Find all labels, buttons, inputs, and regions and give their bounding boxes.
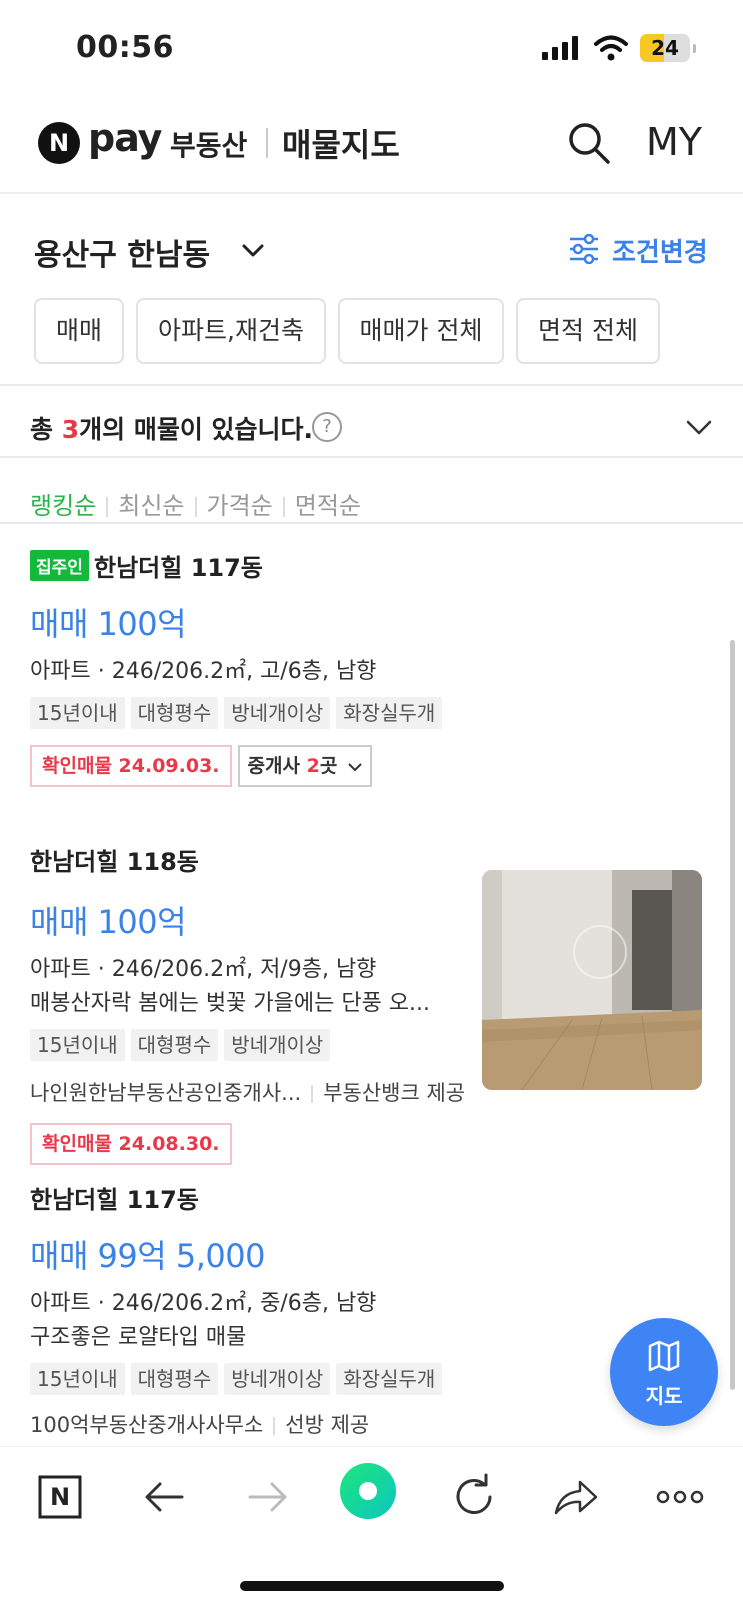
status-time: 00:56 <box>76 30 174 65</box>
green-dot-icon[interactable] <box>336 1459 400 1523</box>
home-indicator[interactable] <box>240 1581 504 1591</box>
naver-home-button[interactable]: N <box>32 1469 88 1525</box>
source-agent: 나인원한남부동산공인중개사... <box>30 1081 302 1105</box>
divider <box>0 456 743 458</box>
tag: 15년이내 <box>30 1363 125 1395</box>
my-button[interactable]: MY <box>646 120 702 164</box>
search-icon[interactable] <box>566 120 612 166</box>
source-provider: 선방 제공 <box>285 1413 370 1437</box>
listing-name: 한남더힐 117동 <box>94 554 263 582</box>
tag: 방네개이상 <box>224 1363 331 1395</box>
filter-sliders-icon <box>570 234 598 264</box>
listing-price: 매매 100억 <box>30 605 187 643</box>
map-view-label: 지도 <box>645 1384 683 1408</box>
tag: 15년이내 <box>30 1029 125 1061</box>
listing-photo[interactable] <box>482 870 702 1090</box>
listing-desc: 아파트 · 246/206.2㎡, 중/6층, 남향 <box>30 1291 377 1316</box>
verified-badge: 확인매물 24.08.30. <box>30 1123 232 1165</box>
room-photo-image <box>482 870 702 1090</box>
owner-badge: 집주인 <box>30 550 89 581</box>
chevron-down-icon[interactable] <box>686 416 712 438</box>
battery-percent: 24 <box>651 36 679 60</box>
sort-options: 랭킹순 최신순 가격순 면적순 <box>30 486 361 521</box>
source-provider: 부동산뱅크 제공 <box>323 1081 466 1105</box>
sort-price[interactable]: 가격순 <box>207 486 273 521</box>
filter-chip-property-type[interactable]: 아파트,재건축 <box>136 298 326 364</box>
listing-source: 100억부동산중개사사무소 선방 제공 <box>30 1409 720 1439</box>
pay-logo-text[interactable]: pay <box>88 116 162 160</box>
filter-chip-price[interactable]: 매매가 전체 <box>338 298 504 364</box>
forward-arrow-icon[interactable] <box>240 1469 296 1525</box>
battery-icon: 24 <box>640 34 696 62</box>
tag: 방네개이상 <box>224 1029 331 1061</box>
divider <box>0 522 743 524</box>
chevron-down-icon <box>348 763 362 772</box>
listing-tags: 15년이내 대형평수 방네개이상 화장실두개 <box>30 697 720 729</box>
verified-badge: 확인매물 24.09.03. <box>30 745 232 787</box>
tag: 대형평수 <box>130 697 219 729</box>
tag: 방네개이상 <box>224 697 331 729</box>
source-agent: 100억부동산중개사사무소 <box>30 1413 264 1437</box>
tag: 대형평수 <box>130 1029 219 1061</box>
location-selector[interactable]: 용산구 한남동 <box>34 230 210 274</box>
listing-name: 한남더힐 117동 <box>30 1186 199 1214</box>
header-divider <box>266 128 268 158</box>
scrollbar[interactable] <box>730 640 735 1390</box>
browser-toolbar: N <box>0 1446 743 1608</box>
app-header: N pay 부동산 매물지도 MY <box>0 100 743 194</box>
filter-chip-deal-type[interactable]: 매매 <box>34 298 124 364</box>
listing-badges: 확인매물 24.08.30. <box>30 1123 720 1167</box>
map-view-button[interactable]: 지도 <box>610 1318 718 1426</box>
cellular-signal-icon <box>542 36 582 60</box>
listing-price: 매매 99억 5,000 <box>30 1237 266 1275</box>
share-icon[interactable] <box>548 1469 604 1525</box>
sort-area[interactable]: 면적순 <box>295 486 361 521</box>
back-arrow-icon[interactable] <box>136 1469 192 1525</box>
naver-logo[interactable]: N <box>38 122 80 164</box>
listing-item[interactable]: 한남더힐 118동 매매 100억 아파트 · 246/206.2㎡, 저/9층… <box>30 842 720 1167</box>
tag: 대형평수 <box>130 1363 219 1395</box>
page-title: 매물지도 <box>282 126 400 164</box>
tag: 화장실두개 <box>336 697 443 729</box>
agent-count-button[interactable]: 중개사 2곳 <box>237 745 372 787</box>
help-icon[interactable]: ? <box>312 412 342 442</box>
listing-item[interactable]: 집주인 한남더힐 117동 매매 100억 아파트 · 246/206.2㎡, … <box>30 548 720 789</box>
sort-latest[interactable]: 최신순 <box>118 486 184 521</box>
refresh-icon[interactable] <box>446 1469 502 1525</box>
service-name[interactable]: 부동산 <box>170 124 247 164</box>
condition-change-label: 조건변경 <box>612 238 708 268</box>
more-options-icon[interactable] <box>652 1469 708 1525</box>
listing-badges: 확인매물 24.09.03. 중개사 2곳 <box>30 745 720 789</box>
tag: 화장실두개 <box>336 1363 443 1395</box>
listing-count: 3 <box>61 415 80 444</box>
listing-count-summary: 총 3개의 매물이 있습니다. <box>30 415 314 444</box>
divider <box>0 384 743 386</box>
naver-n-label: N <box>49 1483 71 1511</box>
wifi-icon <box>594 35 628 61</box>
chevron-down-icon[interactable] <box>240 238 266 264</box>
sort-ranking[interactable]: 랭킹순 <box>30 486 96 521</box>
map-icon <box>648 1340 680 1372</box>
status-bar: 00:56 24 <box>0 0 743 96</box>
listing-desc: 아파트 · 246/206.2㎡, 고/6층, 남향 <box>30 659 377 684</box>
filter-chip-area[interactable]: 면적 전체 <box>516 298 660 364</box>
tag: 15년이내 <box>30 697 125 729</box>
